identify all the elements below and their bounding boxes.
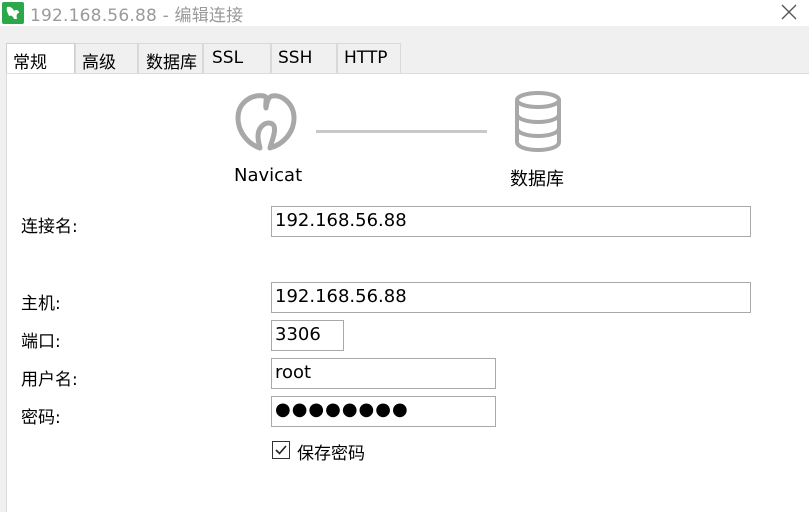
close-icon <box>781 4 797 20</box>
connection-name-label: 连接名: <box>21 217 78 237</box>
tab-databases[interactable]: 数据库 <box>138 43 203 73</box>
connection-line <box>316 130 487 133</box>
username-input[interactable]: root <box>271 358 496 389</box>
window-title: 192.168.56.88 - 编辑连接 <box>30 6 244 26</box>
navicat-logo-icon <box>234 92 298 156</box>
checkmark-icon <box>275 445 287 455</box>
password-label: 密码: <box>21 408 61 428</box>
save-password-label[interactable]: 保存密码 <box>297 439 365 464</box>
database-icon <box>513 91 563 157</box>
tab-general[interactable]: 常规 <box>6 43 75 74</box>
host-input[interactable]: 192.168.56.88 <box>271 282 751 313</box>
tab-http[interactable]: HTTP <box>337 43 401 73</box>
tab-strip: 常规 高级 数据库 SSL SSH HTTP <box>0 43 809 74</box>
host-label: 主机: <box>21 294 61 314</box>
tab-ssl[interactable]: SSL <box>203 43 271 73</box>
navicat-label: Navicat <box>234 165 303 186</box>
tab-ssh[interactable]: SSH <box>271 43 337 73</box>
connection-name-input[interactable]: 192.168.56.88 <box>271 206 751 237</box>
navicat-app-icon <box>2 2 24 24</box>
database-label: 数据库 <box>510 169 564 190</box>
port-label: 端口: <box>21 332 61 352</box>
save-password-checkbox[interactable] <box>272 441 290 459</box>
port-input[interactable]: 3306 <box>271 320 344 351</box>
username-label: 用户名: <box>21 370 78 390</box>
password-input[interactable]: ●●●●●●●● <box>271 396 496 427</box>
title-bar: 192.168.56.88 - 编辑连接 <box>0 0 809 26</box>
close-button[interactable] <box>774 0 804 26</box>
tab-advanced[interactable]: 高级 <box>75 43 138 73</box>
